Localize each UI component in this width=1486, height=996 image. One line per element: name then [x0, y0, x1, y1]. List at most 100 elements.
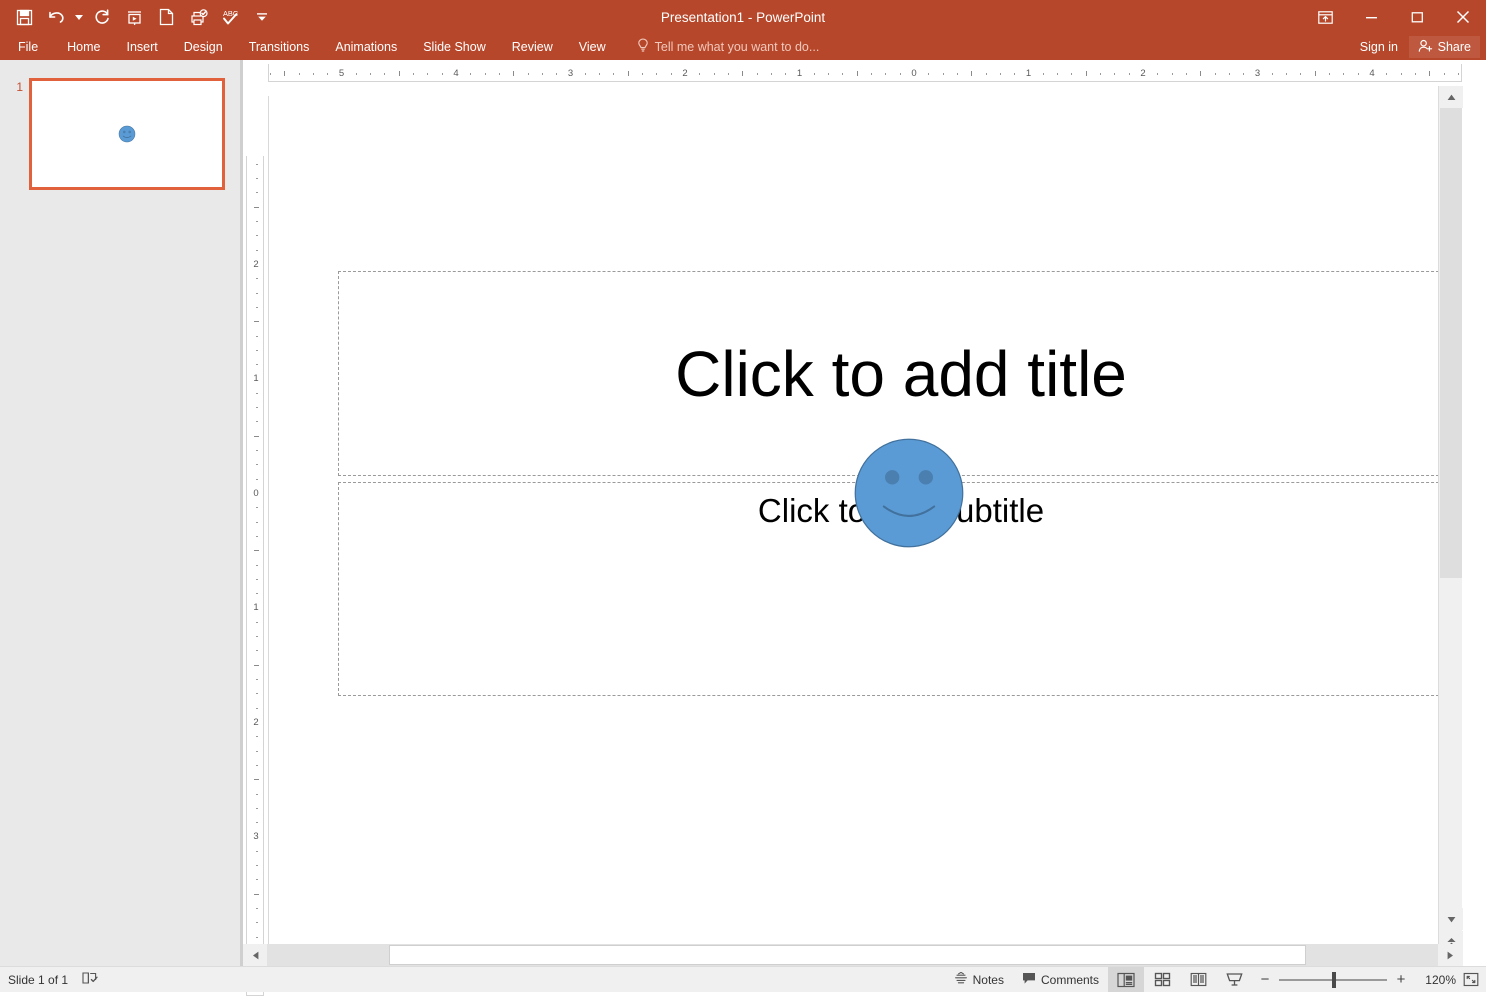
ruler-tick-mark	[900, 73, 901, 75]
horizontal-scroll-thumb[interactable]	[389, 945, 1306, 965]
fit-to-window-button[interactable]	[1456, 967, 1486, 992]
close-button[interactable]	[1440, 0, 1486, 34]
print-preview-icon[interactable]	[182, 2, 214, 32]
ruler-tick-mark	[828, 73, 829, 75]
ruler-tick-mark	[370, 73, 371, 75]
tab-home[interactable]: Home	[54, 34, 113, 60]
ruler-tick-mark	[256, 650, 258, 651]
ruler-tick-mark	[256, 794, 258, 795]
slide-sorter-view-button[interactable]	[1144, 967, 1180, 992]
slide-editing-surface[interactable]: Click to add title Click to add subtitle	[268, 96, 1462, 972]
restore-button[interactable]	[1394, 0, 1440, 34]
workspace: 1 5432101234 3210123 Click to add title	[0, 60, 1486, 966]
new-slide-icon[interactable]	[150, 2, 182, 32]
start-from-beginning-icon[interactable]	[118, 2, 150, 32]
ruler-tick-mark	[256, 479, 258, 480]
slide-thumbnail-1[interactable]	[29, 78, 225, 190]
ruler-tick-mark	[254, 321, 259, 322]
spelling-icon[interactable]: ABC	[214, 2, 246, 32]
ruler-tick-mark	[356, 73, 357, 75]
horizontal-scroll-track[interactable]	[267, 944, 1438, 966]
ruler-tick-mark	[256, 622, 258, 623]
ruler-tick-mark	[256, 522, 258, 523]
tab-insert[interactable]: Insert	[114, 34, 171, 60]
lightbulb-icon	[637, 38, 649, 56]
ruler-tick-label: 4	[449, 64, 463, 82]
ruler-tick-mark	[1200, 71, 1201, 76]
ribbon-display-options-icon[interactable]	[1302, 0, 1348, 34]
tell-me-search[interactable]: Tell me what you want to do...	[637, 38, 820, 56]
ruler-tick-mark	[1000, 73, 1001, 75]
scroll-left-button[interactable]	[243, 944, 267, 966]
normal-view-button[interactable]	[1108, 967, 1144, 992]
ruler-tick-mark	[256, 565, 258, 566]
ruler-tick-mark	[256, 221, 258, 222]
sign-in-link[interactable]: Sign in	[1360, 34, 1398, 60]
tab-design[interactable]: Design	[171, 34, 236, 60]
ruler-tick-label: 1	[247, 372, 264, 386]
ruler-tick-mark	[613, 73, 614, 75]
zoom-level-label[interactable]: 120%	[1414, 973, 1456, 987]
zoom-in-button[interactable]: +	[1394, 970, 1408, 990]
slide-show-button[interactable]	[1216, 967, 1252, 992]
pane-splitter[interactable]	[240, 60, 243, 966]
undo-icon[interactable]	[40, 2, 72, 32]
zoom-out-button[interactable]: −	[1258, 970, 1272, 990]
zoom-control[interactable]: − +	[1252, 970, 1414, 990]
customize-quick-access-toolbar-icon[interactable]	[246, 2, 278, 32]
ruler-tick-mark	[399, 71, 400, 76]
ruler-tick-mark	[427, 73, 428, 75]
ruler-tick-mark	[1272, 73, 1273, 75]
tab-animations[interactable]: Animations	[322, 34, 410, 60]
undo-dropdown-caret-icon[interactable]	[72, 2, 86, 32]
slide-thumbnail-pane[interactable]: 1	[0, 60, 240, 966]
ruler-tick-mark	[256, 407, 258, 408]
ruler-tick-mark	[1043, 73, 1044, 75]
ruler-tick-mark	[556, 73, 557, 75]
ruler-tick-label: 1	[247, 601, 264, 615]
ruler-tick-mark	[785, 73, 786, 75]
vertical-ruler: 3210123	[246, 156, 264, 996]
ruler-tick-mark	[256, 536, 258, 537]
ruler-tick-mark	[256, 636, 258, 637]
tab-view[interactable]: View	[566, 34, 619, 60]
accessibility-checker-icon[interactable]	[82, 971, 98, 988]
comments-button[interactable]: Comments	[1013, 967, 1108, 992]
title-bar: ABC Presentation1 - PowerPoint	[0, 0, 1486, 34]
save-icon[interactable]	[8, 2, 40, 32]
ruler-tick-mark	[284, 71, 285, 76]
ruler-tick-mark	[1429, 71, 1430, 76]
ruler-tick-mark	[1444, 73, 1445, 75]
ruler-tick-mark	[1358, 73, 1359, 75]
ruler-tick-label: 3	[564, 64, 578, 82]
ruler-tick-mark	[254, 207, 259, 208]
zoom-slider-track[interactable]	[1279, 979, 1387, 981]
ruler-tick-label: 3	[247, 156, 264, 157]
minimize-button[interactable]	[1348, 0, 1394, 34]
redo-icon[interactable]	[86, 2, 118, 32]
reading-view-button[interactable]	[1180, 967, 1216, 992]
vertical-scrollbar[interactable]	[1438, 86, 1462, 970]
smiley-face-shape[interactable]	[853, 437, 965, 549]
tab-review[interactable]: Review	[499, 34, 566, 60]
horizontal-scrollbar[interactable]	[243, 944, 1462, 966]
ruler-tick-mark	[384, 73, 385, 75]
ruler-tick-mark	[857, 71, 858, 76]
notes-button[interactable]: Notes	[945, 967, 1013, 992]
ruler-tick-mark	[256, 350, 258, 351]
zoom-slider-handle[interactable]	[1332, 972, 1336, 988]
scroll-up-button[interactable]	[1439, 86, 1463, 108]
scroll-right-button[interactable]	[1438, 944, 1462, 966]
scroll-down-button[interactable]	[1439, 908, 1463, 930]
vertical-scroll-thumb[interactable]	[1440, 108, 1462, 578]
tab-slide-show[interactable]: Slide Show	[410, 34, 499, 60]
tab-transitions[interactable]: Transitions	[236, 34, 323, 60]
share-button[interactable]: Share	[1409, 36, 1480, 58]
tab-file[interactable]: File	[0, 34, 54, 60]
ruler-tick-mark	[256, 736, 258, 737]
ruler-tick-mark	[254, 550, 259, 551]
ruler-tick-mark	[256, 364, 258, 365]
status-bar: Slide 1 of 1 Notes	[0, 966, 1486, 992]
ruler-tick-mark	[513, 71, 514, 76]
ruler-tick-mark	[256, 693, 258, 694]
